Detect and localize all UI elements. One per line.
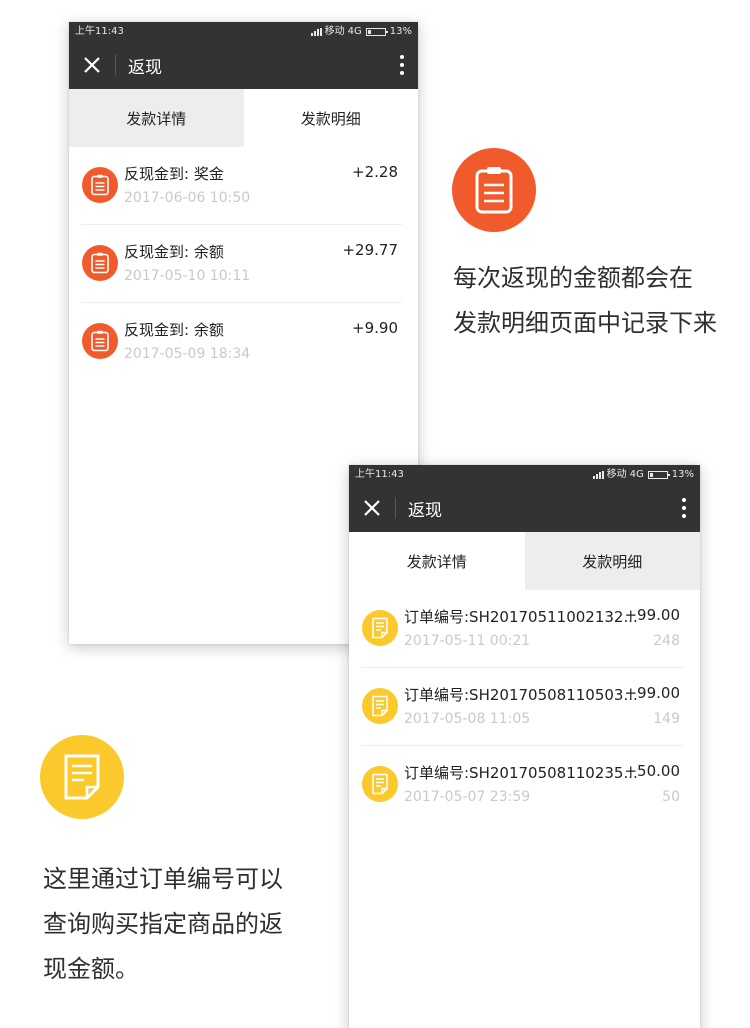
list-item[interactable]: 反现金到: 余额 2017-05-10 10:11 +29.77 xyxy=(69,225,418,303)
item-date: 2017-05-10 10:11 xyxy=(124,268,251,284)
caption-payout-breakdown: 每次返现的金额都会在 发款明细页面中记录下来 xyxy=(453,256,748,346)
caption-line: 查询购买指定商品的返 xyxy=(43,910,283,938)
nav-divider xyxy=(395,497,396,519)
clipboard-icon xyxy=(82,323,118,359)
status-carrier: 移动 xyxy=(606,469,627,480)
close-icon[interactable] xyxy=(349,484,395,532)
item-amount: +99.00 xyxy=(624,684,680,702)
item-amount: +29.77 xyxy=(342,241,398,259)
document-icon xyxy=(40,735,124,819)
item-count: 50 xyxy=(662,789,680,805)
item-date: 2017-06-06 10:50 xyxy=(124,190,251,206)
item-order-number: 订单编号:SH20170508110235... xyxy=(404,764,638,782)
item-amount: +50.00 xyxy=(624,762,680,780)
signal-icon xyxy=(310,27,322,36)
item-date: 2017-05-08 11:05 xyxy=(404,711,531,727)
caption-line: 现金额。 xyxy=(43,955,139,983)
tab-payout-breakdown[interactable]: 发款明细 xyxy=(243,89,418,147)
item-amount: +99.00 xyxy=(624,606,680,624)
item-count: 248 xyxy=(653,633,680,649)
status-network: 4G xyxy=(629,469,644,480)
list-item[interactable]: 反现金到: 奖金 2017-06-06 10:50 +2.28 xyxy=(69,147,418,225)
status-bar: 上午11:43 移动 4G 13% xyxy=(69,22,418,41)
status-network: 4G xyxy=(347,26,362,37)
item-order-number: 订单编号:SH20170511002132... xyxy=(404,608,638,626)
item-count: 149 xyxy=(653,711,680,727)
more-vertical-icon[interactable] xyxy=(400,55,404,75)
item-date: 2017-05-11 00:21 xyxy=(404,633,531,649)
item-amount: +9.90 xyxy=(352,319,398,337)
document-icon xyxy=(362,688,398,724)
status-bar: 上午11:43 移动 4G 13% xyxy=(349,465,700,484)
document-icon xyxy=(362,610,398,646)
nav-divider xyxy=(115,54,116,76)
status-carrier: 移动 xyxy=(324,26,345,37)
cashback-list: 反现金到: 奖金 2017-06-06 10:50 +2.28 反现金到: 余额… xyxy=(69,147,418,381)
battery-icon xyxy=(647,470,670,479)
signal-icon xyxy=(592,470,604,479)
list-item[interactable]: 订单编号:SH20170508110503... 2017-05-08 11:0… xyxy=(349,668,700,746)
item-amount: +2.28 xyxy=(352,163,398,181)
tab-payout-breakdown[interactable]: 发款明细 xyxy=(524,532,700,590)
nav-bar: 返现 xyxy=(349,484,700,532)
item-title: 反现金到: 余额 xyxy=(124,243,224,261)
item-order-number: 订单编号:SH20170508110503... xyxy=(404,686,638,704)
caption-order-number: 这里通过订单编号可以 查询购买指定商品的返 现金额。 xyxy=(43,857,313,992)
item-date: 2017-05-07 23:59 xyxy=(404,789,531,805)
nav-bar: 返现 xyxy=(69,41,418,89)
caption-line: 发款明细页面中记录下来 xyxy=(453,309,717,337)
tab-payout-details[interactable]: 发款详情 xyxy=(69,89,244,147)
status-time: 上午11:43 xyxy=(355,469,404,480)
more-vertical-icon[interactable] xyxy=(682,498,686,518)
clipboard-icon xyxy=(82,167,118,203)
tab-payout-details[interactable]: 发款详情 xyxy=(349,532,525,590)
clipboard-icon xyxy=(82,245,118,281)
list-item[interactable]: 订单编号:SH20170511002132... 2017-05-11 00:2… xyxy=(349,590,700,668)
caption-line: 这里通过订单编号可以 xyxy=(43,865,283,893)
clipboard-icon xyxy=(452,148,536,232)
status-time: 上午11:43 xyxy=(75,26,124,37)
page-title: 返现 xyxy=(128,57,162,78)
tab-bar: 发款详情 发款明细 xyxy=(349,532,700,590)
battery-icon xyxy=(365,27,388,36)
item-title: 反现金到: 奖金 xyxy=(124,165,224,183)
document-icon xyxy=(362,766,398,802)
item-date: 2017-05-09 18:34 xyxy=(124,346,251,362)
phone-screenshot-breakdown: 上午11:43 移动 4G 13% 返现 发款详情 发款明细 订单编号:SH20… xyxy=(349,465,700,1028)
close-icon[interactable] xyxy=(69,41,115,89)
order-list: 订单编号:SH20170511002132... 2017-05-11 00:2… xyxy=(349,590,700,824)
list-item[interactable]: 订单编号:SH20170508110235... 2017-05-07 23:5… xyxy=(349,746,700,824)
list-item[interactable]: 反现金到: 余额 2017-05-09 18:34 +9.90 xyxy=(69,303,418,381)
status-battery: 13% xyxy=(389,26,412,37)
status-battery: 13% xyxy=(671,469,694,480)
tab-bar: 发款详情 发款明细 xyxy=(69,89,418,147)
caption-line: 每次返现的金额都会在 xyxy=(453,264,693,292)
page-title: 返现 xyxy=(408,500,442,521)
item-title: 反现金到: 余额 xyxy=(124,321,224,339)
